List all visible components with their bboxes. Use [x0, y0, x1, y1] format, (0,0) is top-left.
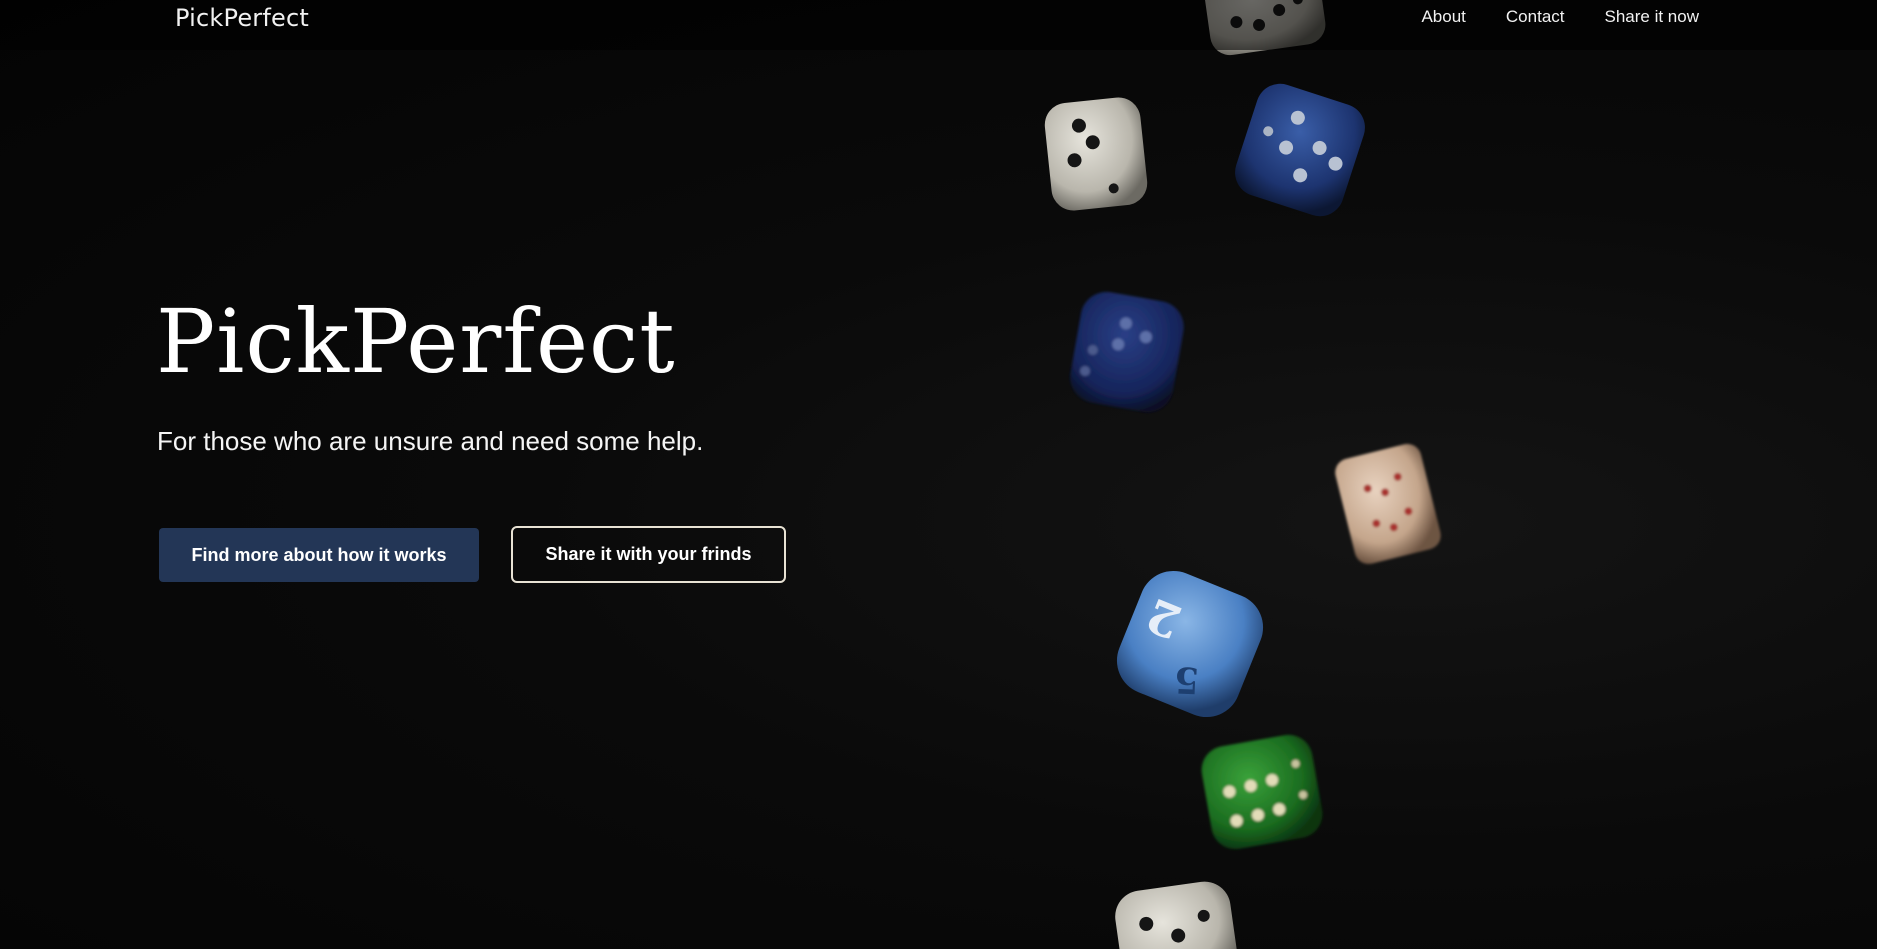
brand-logo-link[interactable]: PickPerfect — [175, 4, 309, 32]
die-tan-red — [1335, 443, 1441, 565]
die-lightblue-numbers: 2 5 — [1116, 570, 1264, 718]
die-white-3 — [1044, 97, 1148, 211]
die-darkblue — [1070, 291, 1184, 413]
die-white-bottom — [1115, 881, 1238, 949]
page: 2 5 PickPerfect About Contact Share it n… — [0, 0, 1877, 949]
nav-link-contact[interactable]: Contact — [1506, 7, 1565, 27]
die-blue-5 — [1235, 83, 1365, 217]
nav-link-share[interactable]: Share it now — [1605, 7, 1700, 27]
top-navbar: PickPerfect About Contact Share it now — [0, 0, 1877, 50]
die-green-6 — [1201, 734, 1323, 850]
die-face-number: 5 — [1173, 658, 1200, 701]
top-nav-links: About Contact Share it now — [1421, 7, 1699, 27]
nav-link-about[interactable]: About — [1421, 7, 1465, 27]
falling-dice-image: 2 5 — [1044, 0, 1441, 949]
